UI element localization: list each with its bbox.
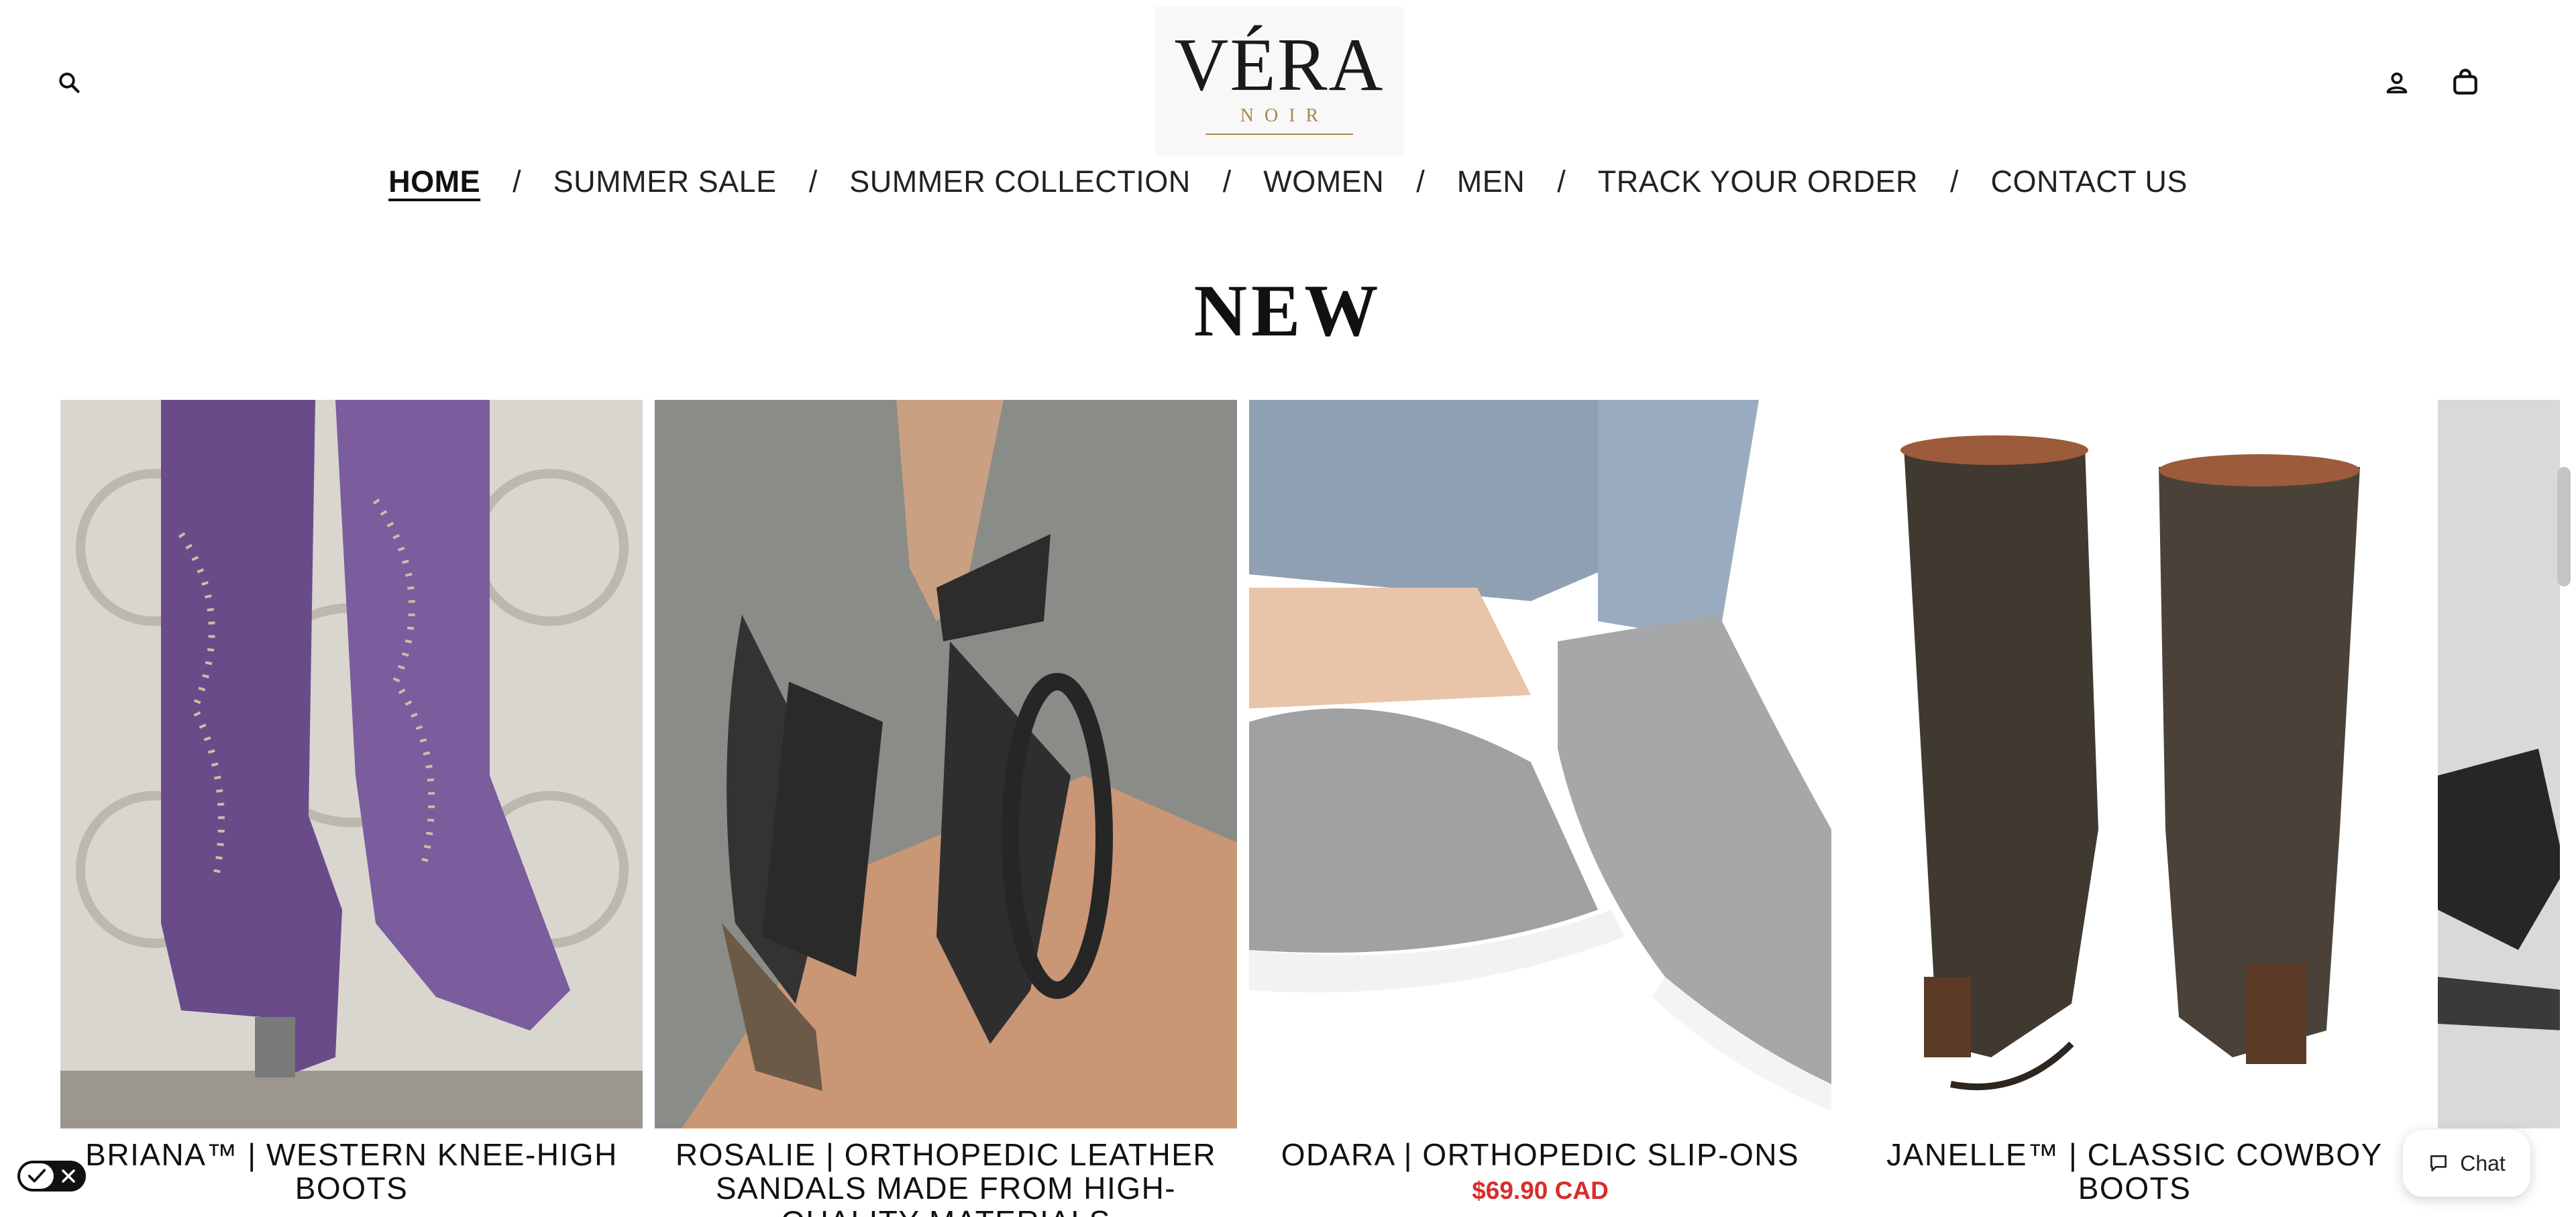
product-title[interactable]: ROSALIE | ORTHOPEDIC LEATHER SANDALS MAD… — [668, 1138, 1224, 1217]
checkmark-icon — [28, 1169, 46, 1183]
nav-separator: / — [1557, 164, 1566, 199]
nav-separator: / — [808, 164, 818, 199]
product-carousel[interactable]: BRIANA™ | WESTERN KNEE-HIGH BOOTS ROSALI… — [60, 400, 2560, 1217]
nav-separator: / — [1222, 164, 1232, 199]
nav-item-home[interactable]: HOME — [388, 164, 480, 199]
main-navigation: HOME / SUMMER SALE / SUMMER COLLECTION /… — [0, 158, 2576, 205]
nav-separator: / — [513, 164, 521, 199]
nav-item-summer-collection[interactable]: SUMMER COLLECTION — [849, 164, 1191, 199]
product-card[interactable]: OS — [2438, 400, 2560, 1217]
product-card[interactable]: BRIANA™ | WESTERN KNEE-HIGH BOOTS — [60, 400, 643, 1217]
product-image[interactable] — [60, 400, 643, 1128]
product-image[interactable] — [1249, 400, 1831, 1128]
chat-label: Chat — [2460, 1151, 2506, 1175]
site-logo[interactable]: VÉRA NOIR — [1155, 7, 1403, 156]
account-button[interactable] — [2380, 66, 2414, 99]
nav-separator: / — [1416, 164, 1425, 199]
nav-item-track-your-order[interactable]: TRACK YOUR ORDER — [1598, 164, 1918, 199]
nav-item-contact-us[interactable]: CONTACT US — [1991, 164, 2188, 199]
section-title: NEW — [1193, 270, 1383, 352]
close-icon — [62, 1169, 75, 1183]
nav-item-summer-sale[interactable]: SUMMER SALE — [553, 164, 777, 199]
product-image[interactable] — [1843, 400, 2426, 1128]
product-image[interactable] — [2438, 400, 2560, 1128]
logo-wordmark: VÉRA — [1174, 23, 1385, 107]
product-title[interactable]: JANELLE™ | CLASSIC COWBOY BOOTS — [1857, 1138, 2412, 1205]
logo-rule — [1205, 134, 1353, 135]
logo-subtitle: NOIR — [1240, 105, 1330, 126]
accessibility-toggle[interactable] — [17, 1161, 86, 1192]
user-icon — [2386, 72, 2408, 94]
nav-item-women[interactable]: WOMEN — [1263, 164, 1384, 199]
product-title[interactable]: BRIANA™ | WESTERN KNEE-HIGH BOOTS — [74, 1138, 629, 1205]
product-card[interactable]: ROSALIE | ORTHOPEDIC LEATHER SANDALS MAD… — [655, 400, 1237, 1217]
chat-button[interactable]: Chat — [2403, 1130, 2530, 1197]
nav-separator: / — [1950, 164, 1959, 199]
site-header: VÉRA NOIR HOME / SUMMER SALE / SUMMER CO… — [0, 0, 2576, 199]
search-icon — [59, 72, 80, 93]
shopping-bag-icon — [2453, 68, 2477, 95]
chat-bubble-icon — [2430, 1155, 2447, 1171]
cart-button[interactable] — [2447, 64, 2483, 101]
nav-item-men[interactable]: MEN — [1457, 164, 1525, 199]
product-image[interactable] — [655, 400, 1237, 1128]
toggle-knob — [20, 1163, 54, 1189]
product-card[interactable]: ODARA | ORTHOPEDIC SLIP-ONS $69.90 CAD — [1249, 400, 1831, 1217]
product-card[interactable]: JANELLE™ | CLASSIC COWBOY BOOTS — [1843, 400, 2426, 1217]
product-title[interactable]: ODARA | ORTHOPEDIC SLIP-ONS — [1263, 1138, 1818, 1171]
scrollbar-thumb[interactable] — [2557, 467, 2571, 586]
product-price: $69.90 CAD — [1472, 1177, 1609, 1204]
search-button[interactable] — [52, 66, 86, 99]
